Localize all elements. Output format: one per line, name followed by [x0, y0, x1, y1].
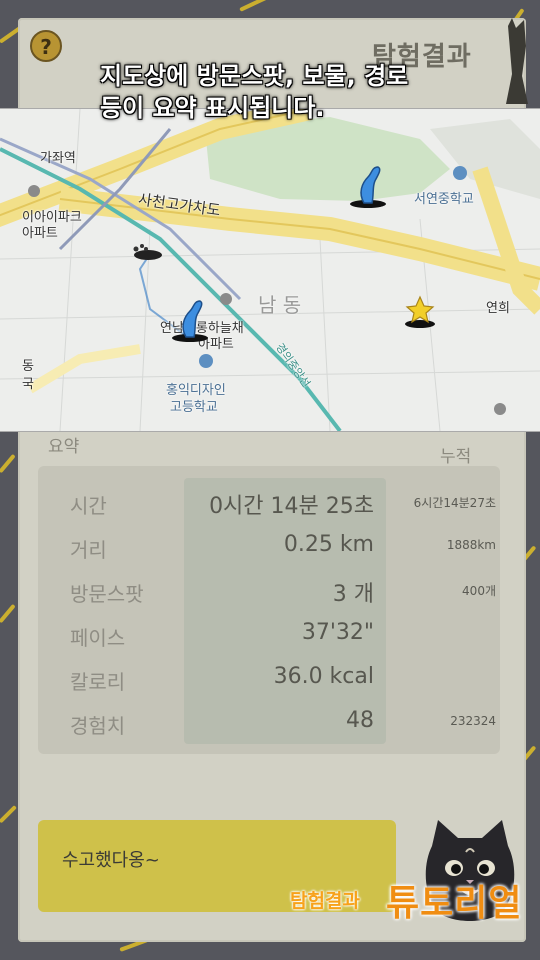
bg-stripe [0, 603, 16, 624]
stat-row-spots: 방문스팟 3 개 400개 [38, 572, 500, 612]
map-background [0, 109, 540, 431]
tutorial-caption: 지도상에 방문스팟, 보물, 경로 등이 요약 표시됩니다. [100, 60, 520, 124]
cumulative-header: 누적 [440, 447, 472, 467]
stat-label: 경험치 [70, 714, 126, 738]
tutorial-caption-line: 지도상에 방문스팟, 보물, 경로 [100, 62, 409, 90]
stat-value: 3 개 [332, 582, 374, 607]
stat-total: 1888km [446, 538, 496, 552]
stat-total: 400개 [462, 584, 496, 598]
bg-stripe [0, 453, 16, 474]
map-label-dong: 동 [22, 359, 34, 374]
stat-label: 시간 [70, 494, 107, 518]
footer-tutorial-title: 튜토리얼 [386, 883, 523, 924]
footer-small-title: 탐험결과 [290, 890, 360, 912]
stat-value: 0시간 14분 25초 [209, 494, 374, 519]
bg-stripe [0, 805, 17, 824]
visited-spot-marker-icon[interactable] [348, 163, 390, 209]
stat-row-pace: 페이스 37'32" [38, 616, 500, 656]
map-label-ipark-apt: 아파트 [22, 226, 58, 241]
stat-row-distance: 거리 0.25 km 1888km [38, 528, 500, 568]
bg-stripe [239, 0, 274, 12]
map-label-dong-2: 국 [22, 377, 34, 392]
visited-spot-marker-icon[interactable] [170, 297, 212, 343]
stat-value: 0.25 km [283, 532, 374, 557]
help-icon[interactable]: ? [30, 30, 62, 62]
stat-label: 방문스팟 [70, 582, 144, 606]
map-label-gajwa-station: 가좌역 [40, 151, 76, 166]
stat-row-time: 시간 0시간 14분 25초 6시간14분27초 [38, 484, 500, 524]
stat-row-calories: 칼로리 36.0 kcal [38, 660, 500, 700]
stat-value: 48 [346, 708, 374, 733]
message-text: 수고했다옹~ [62, 850, 160, 871]
treasure-star-icon[interactable] [402, 293, 438, 329]
stat-total: 6시간14분27초 [413, 496, 496, 510]
spot-hole-icon[interactable] [128, 239, 164, 263]
stat-label: 페이스 [70, 626, 126, 650]
map-label-district: 남 동 [258, 293, 302, 317]
stat-label: 칼로리 [70, 670, 126, 694]
tutorial-caption-line: 등이 요약 표시됩니다. [100, 94, 325, 122]
map-label-hongik-school-2: 고등학교 [170, 400, 218, 415]
stat-row-experience: 경험치 48 232324 [38, 704, 500, 744]
route-map[interactable]: 가좌역 이아이파크 아파트 사천고가차도 서연중학교 남 동 연희 연남오롱하늘… [0, 108, 540, 432]
summary-title: 요약 [48, 437, 80, 457]
stat-value: 36.0 kcal [273, 664, 374, 689]
stat-value: 37'32" [301, 620, 374, 645]
map-label-yeonhui: 연희 [486, 301, 510, 316]
stat-total: 232324 [450, 714, 496, 728]
map-label-seoyeon-school: 서연중학교 [414, 192, 474, 207]
stat-label: 거리 [70, 538, 107, 562]
